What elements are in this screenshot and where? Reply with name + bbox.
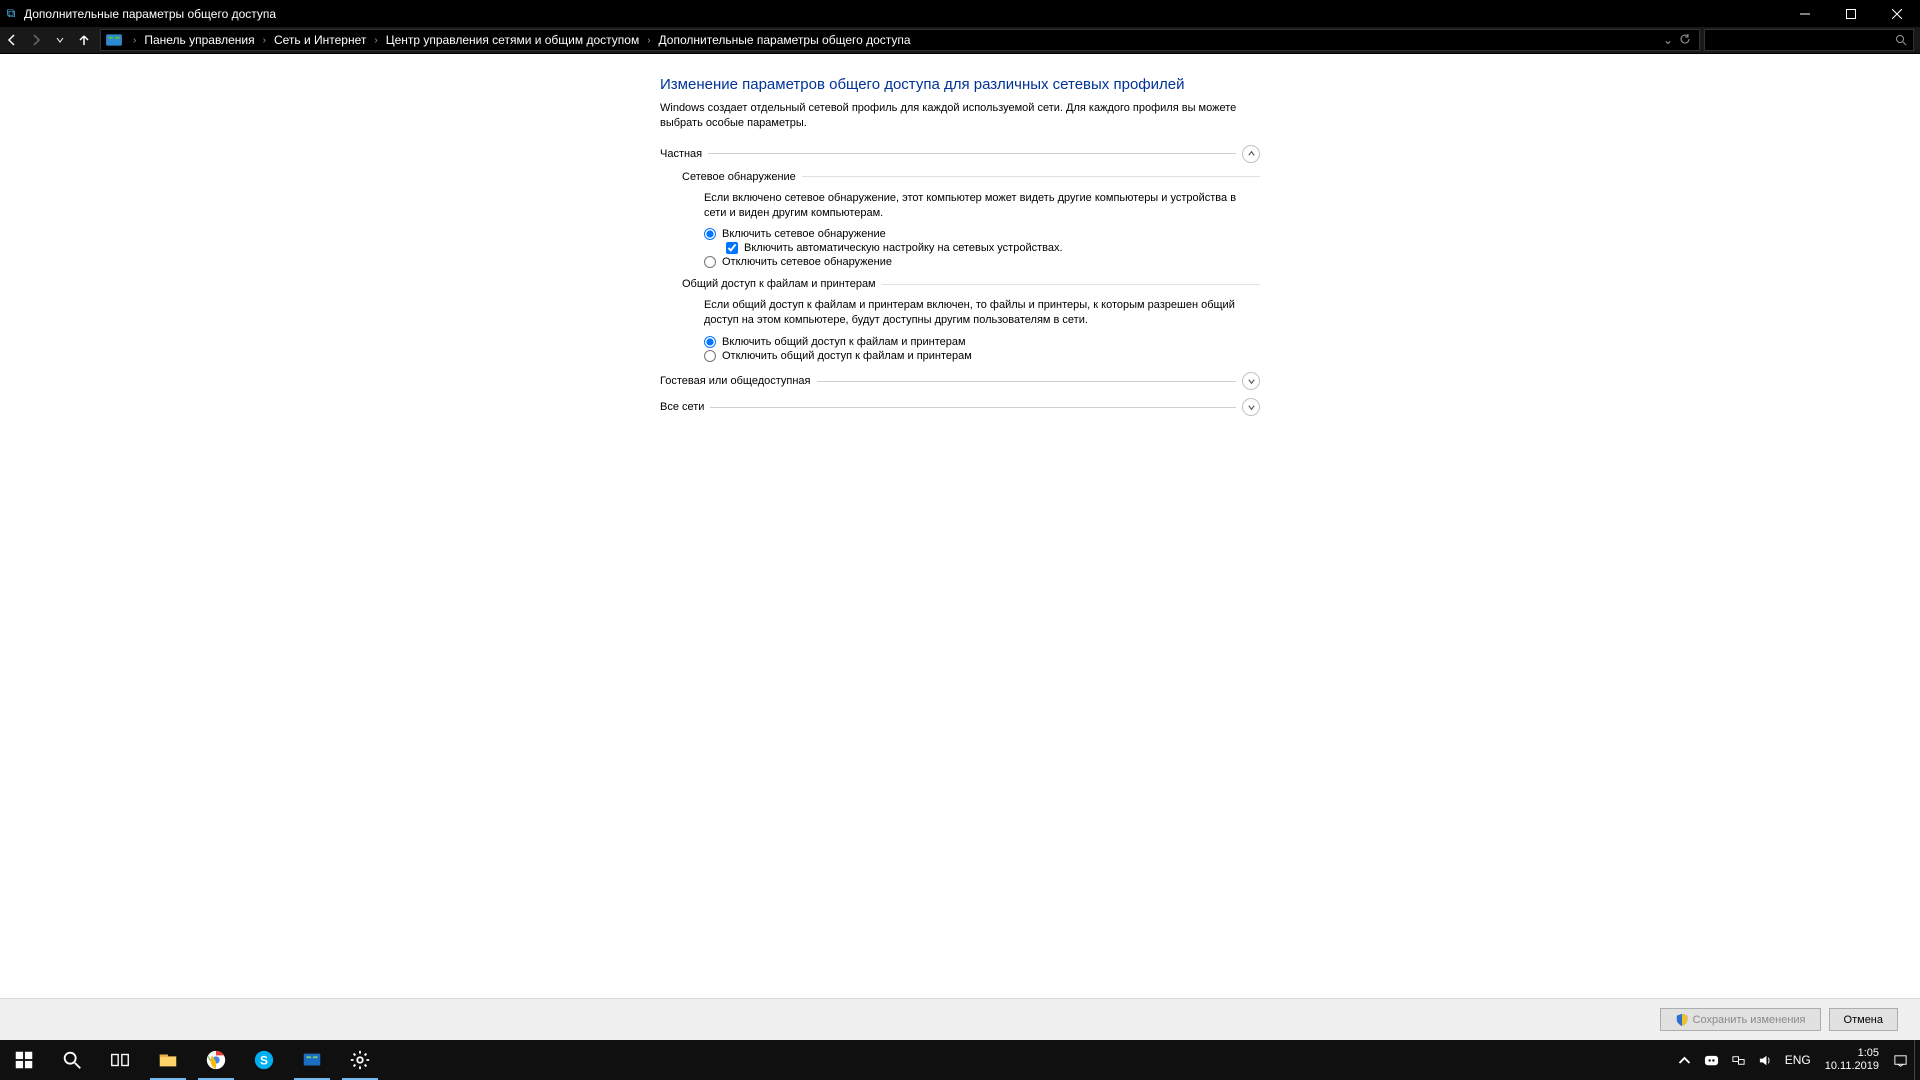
chevron-up-icon[interactable]: [1242, 145, 1260, 163]
subsection-network-discovery: Сетевое обнаружение: [682, 171, 1260, 183]
chevron-down-icon[interactable]: ⌄: [1663, 33, 1673, 47]
start-button[interactable]: [0, 1040, 48, 1080]
clock-time: 1:05: [1858, 1047, 1879, 1060]
task-view-button[interactable]: [96, 1040, 144, 1080]
radio-network-discovery-on[interactable]: Включить сетевое обнаружение: [704, 228, 1260, 240]
taskbar-control-panel[interactable]: [288, 1040, 336, 1080]
divider: [708, 153, 1236, 154]
radio-network-discovery-off[interactable]: Отключить сетевое обнаружение: [704, 256, 1260, 268]
subsection-file-sharing: Общий доступ к файлам и принтерам: [682, 278, 1260, 290]
cancel-button[interactable]: Отмена: [1829, 1008, 1898, 1031]
show-desktop-button[interactable]: [1914, 1040, 1920, 1080]
shield-icon: [1675, 1013, 1689, 1027]
subsection-label: Сетевое обнаружение: [682, 171, 796, 183]
nav-back-button[interactable]: [0, 27, 24, 54]
checkbox-auto-setup[interactable]: Включить автоматическую настройку на сет…: [726, 242, 1260, 254]
taskbar: S ENG 1:05 10.11.2019: [0, 1040, 1920, 1080]
subsection-description: Если включено сетевое обнаружение, этот …: [704, 191, 1260, 221]
app-icon: ⧉: [0, 6, 22, 21]
refresh-icon[interactable]: [1679, 33, 1691, 48]
section-private-header[interactable]: Частная: [660, 145, 1260, 163]
nav-recent-dropdown[interactable]: [48, 27, 72, 54]
taskbar-skype[interactable]: S: [240, 1040, 288, 1080]
breadcrumb-chevron-icon[interactable]: ›: [641, 35, 656, 46]
chevron-down-icon[interactable]: [1242, 372, 1260, 390]
taskbar-settings[interactable]: [336, 1040, 384, 1080]
divider: [802, 176, 1260, 177]
section-label: Гостевая или общедоступная: [660, 375, 811, 387]
breadcrumb-chevron-icon[interactable]: ›: [257, 35, 272, 46]
breadcrumb-item[interactable]: Центр управления сетями и общим доступом: [384, 33, 642, 47]
radio-file-sharing-on[interactable]: Включить общий доступ к файлам и принтер…: [704, 336, 1260, 348]
radio-input[interactable]: [704, 228, 716, 240]
content-area: Изменение параметров общего доступа для …: [0, 54, 1920, 998]
tray-overflow-button[interactable]: [1671, 1040, 1698, 1080]
tray-network-icon[interactable]: [1725, 1040, 1752, 1080]
divider: [882, 284, 1260, 285]
svg-text:S: S: [260, 1054, 268, 1068]
nav-forward-button[interactable]: [24, 27, 48, 54]
save-button[interactable]: Сохранить изменения: [1660, 1008, 1821, 1031]
control-panel-icon: [105, 31, 123, 49]
search-input[interactable]: [1704, 29, 1914, 51]
button-label: Сохранить изменения: [1693, 1014, 1806, 1026]
section-label: Частная: [660, 148, 702, 160]
window-title: Дополнительные параметры общего доступа: [22, 7, 1782, 21]
button-label: Отмена: [1844, 1014, 1883, 1026]
taskbar-file-explorer[interactable]: [144, 1040, 192, 1080]
breadcrumb-item[interactable]: Дополнительные параметры общего доступа: [657, 33, 913, 47]
minimize-button[interactable]: [1782, 0, 1828, 27]
breadcrumb-item[interactable]: Панель управления: [142, 33, 256, 47]
tray-volume-icon[interactable]: [1752, 1040, 1779, 1080]
subsection-description: Если общий доступ к файлам и принтерам в…: [704, 298, 1260, 328]
option-label: Включить автоматическую настройку на сет…: [744, 242, 1063, 254]
breadcrumb-chevron-icon[interactable]: ›: [127, 35, 142, 46]
option-label: Включить общий доступ к файлам и принтер…: [722, 336, 966, 348]
radio-input[interactable]: [704, 336, 716, 348]
tray-language[interactable]: ENG: [1779, 1040, 1817, 1080]
section-all-networks-header[interactable]: Все сети: [660, 398, 1260, 416]
title-bar: ⧉ Дополнительные параметры общего доступ…: [0, 0, 1920, 27]
radio-input[interactable]: [704, 350, 716, 362]
nav-bar: › Панель управления › Сеть и Интернет › …: [0, 27, 1920, 54]
radio-file-sharing-off[interactable]: Отключить общий доступ к файлам и принте…: [704, 350, 1260, 362]
taskbar-chrome[interactable]: [192, 1040, 240, 1080]
subsection-label: Общий доступ к файлам и принтерам: [682, 278, 876, 290]
page-description: Windows создает отдельный сетевой профил…: [660, 101, 1260, 131]
tray-notifications-icon[interactable]: [1887, 1040, 1914, 1080]
search-icon: [1895, 34, 1907, 46]
divider: [710, 407, 1236, 408]
divider: [817, 381, 1236, 382]
option-label: Отключить сетевое обнаружение: [722, 256, 892, 268]
option-label: Отключить общий доступ к файлам и принте…: [722, 350, 972, 362]
option-label: Включить сетевое обнаружение: [722, 228, 886, 240]
clock-date: 10.11.2019: [1825, 1060, 1879, 1073]
tray-clock[interactable]: 1:05 10.11.2019: [1817, 1047, 1887, 1073]
radio-input[interactable]: [704, 256, 716, 268]
maximize-button[interactable]: [1828, 0, 1874, 27]
page-title: Изменение параметров общего доступа для …: [660, 76, 1260, 93]
tray-discord-icon[interactable]: [1698, 1040, 1725, 1080]
nav-up-button[interactable]: [72, 27, 96, 54]
breadcrumb[interactable]: › Панель управления › Сеть и Интернет › …: [100, 29, 1700, 51]
close-button[interactable]: [1874, 0, 1920, 27]
taskbar-search-button[interactable]: [48, 1040, 96, 1080]
breadcrumb-item[interactable]: Сеть и Интернет: [272, 33, 368, 47]
section-label: Все сети: [660, 401, 704, 413]
chevron-down-icon[interactable]: [1242, 398, 1260, 416]
section-guest-header[interactable]: Гостевая или общедоступная: [660, 372, 1260, 390]
footer: Сохранить изменения Отмена: [0, 998, 1920, 1040]
breadcrumb-chevron-icon[interactable]: ›: [368, 35, 383, 46]
checkbox-input[interactable]: [726, 242, 738, 254]
